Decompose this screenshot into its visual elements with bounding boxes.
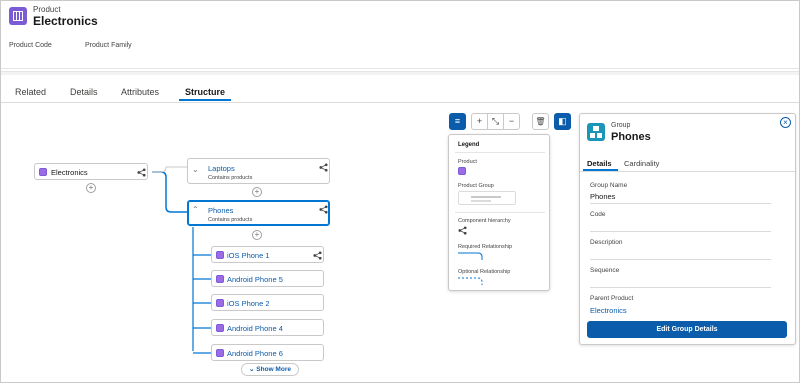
tree-node-product[interactable]: iOS Phone 1 — [211, 246, 324, 263]
product-icon — [216, 299, 224, 307]
node-label: iOS Phone 1 — [227, 251, 270, 260]
app-frame: Product Electronics Product Code Product… — [0, 0, 800, 383]
product-icon — [216, 275, 224, 283]
group-swatch — [458, 191, 516, 205]
tree-node-root[interactable]: Electronics — [34, 163, 148, 180]
tree-node-product[interactable]: Android Phone 4 — [211, 319, 324, 336]
hierarchy-icon[interactable] — [313, 251, 322, 260]
show-more-label: Show More — [256, 366, 291, 373]
parent-product-label: Parent Product — [590, 295, 634, 302]
chevron-down-icon[interactable]: ⌄ — [192, 166, 199, 174]
hierarchy-icon — [458, 226, 467, 235]
close-icon[interactable]: × — [780, 117, 791, 128]
parent-product-link[interactable]: Electronics — [590, 306, 627, 315]
field-underline — [590, 231, 771, 232]
divider — [580, 171, 795, 172]
fit-view-button[interactable]: ⤡ — [487, 113, 504, 130]
panel-tab-details[interactable]: Details — [587, 159, 612, 168]
legend-item-label: Component hierarchy — [458, 218, 511, 224]
product-icon — [39, 168, 47, 176]
field-underline — [590, 287, 771, 288]
list-view-button[interactable]: ≡ — [449, 113, 466, 130]
node-label: iOS Phone 2 — [227, 299, 270, 308]
add-child-button[interactable]: + — [86, 183, 96, 193]
product-icon — [216, 251, 224, 259]
node-label: Android Phone 4 — [227, 324, 283, 333]
show-more-button[interactable]: ⌄ Show More — [241, 363, 299, 376]
tree-node-group-laptops[interactable]: ⌄ Laptops Contains products — [187, 158, 330, 184]
product-icon — [458, 167, 466, 175]
description-label: Description — [590, 239, 623, 246]
edit-group-details-button[interactable]: Edit Group Details — [587, 321, 787, 338]
delete-button[interactable]: 🗑 — [532, 113, 549, 130]
zoom-out-button[interactable]: − — [503, 113, 520, 130]
add-child-button[interactable]: + — [252, 230, 262, 240]
legend-title: Legend — [458, 142, 480, 148]
active-tab-indicator — [583, 169, 618, 171]
zoom-in-button[interactable]: + — [471, 113, 488, 130]
tree-node-product[interactable]: Android Phone 5 — [211, 270, 324, 287]
node-label: Android Phone 6 — [227, 349, 283, 358]
required-line-swatch — [458, 252, 483, 260]
hierarchy-icon[interactable] — [319, 205, 328, 214]
optional-line-swatch — [458, 277, 483, 285]
product-icon — [216, 349, 224, 357]
node-label: Electronics — [51, 168, 88, 177]
chevron-up-icon[interactable]: ⌃ — [192, 206, 199, 214]
divider — [455, 152, 545, 153]
legend-panel: Legend Product Product Group Component h… — [448, 134, 550, 291]
sequence-label: Sequence — [590, 267, 620, 274]
panel-tab-cardinality[interactable]: Cardinality — [624, 159, 659, 168]
node-label: Laptops — [208, 164, 235, 173]
tree-node-product[interactable]: Android Phone 6 — [211, 344, 324, 361]
group-name-label: Group Name — [590, 182, 628, 189]
add-child-button[interactable]: + — [252, 187, 262, 197]
node-sublabel: Contains products — [208, 217, 253, 223]
code-label: Code — [590, 211, 606, 218]
group-icon — [587, 123, 605, 141]
tree-node-product[interactable]: iOS Phone 2 — [211, 294, 324, 311]
panel-object-type: Group — [611, 122, 631, 129]
hierarchy-icon[interactable] — [137, 168, 146, 177]
legend-item-label: Optional Relationship — [458, 269, 511, 275]
divider — [455, 212, 545, 213]
field-underline — [590, 259, 771, 260]
node-label: Android Phone 5 — [227, 275, 283, 284]
legend-item-label: Required Relationship — [458, 244, 513, 250]
field-underline — [590, 203, 771, 204]
tree-node-group-phones[interactable]: ⌃ Phones Contains products — [187, 200, 330, 226]
toggle-panel-button[interactable]: ◧ — [554, 113, 571, 130]
node-label: Phones — [208, 206, 234, 215]
legend-item-label: Product Group — [458, 183, 494, 189]
panel-title: Phones — [611, 131, 651, 143]
node-sublabel: Contains products — [208, 175, 253, 181]
hierarchy-icon[interactable] — [319, 163, 328, 172]
details-panel: Group Phones × Details Cardinality Group… — [579, 113, 796, 345]
product-icon — [216, 324, 224, 332]
legend-item-label: Product — [458, 159, 477, 165]
group-name-value: Phones — [590, 192, 616, 201]
